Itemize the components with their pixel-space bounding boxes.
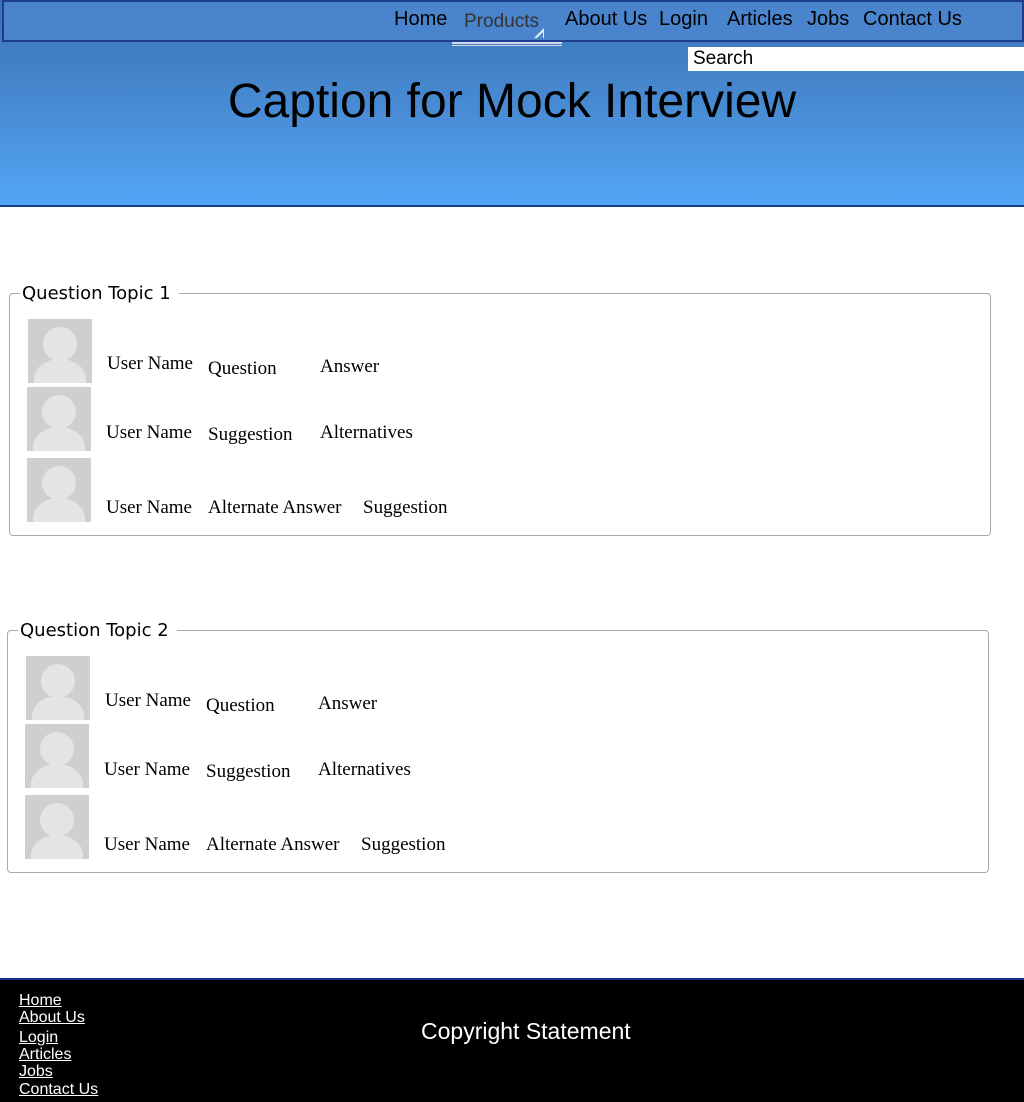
top-navigation: Home Products About Us Login Articles Jo… bbox=[2, 0, 1024, 42]
user-avatar-icon bbox=[27, 387, 91, 451]
products-active-indicator bbox=[452, 42, 562, 46]
footer-articles-link[interactable]: Articles bbox=[19, 1046, 71, 1064]
site-footer: Home About Us Login Articles Jobs Contac… bbox=[0, 978, 1024, 1102]
footer-jobs-link[interactable]: Jobs bbox=[19, 1063, 53, 1081]
user-name: User Name bbox=[105, 690, 191, 711]
nav-contact-us-link[interactable]: Contact Us bbox=[863, 8, 962, 31]
nav-login-link[interactable]: Login bbox=[659, 8, 708, 31]
question-label: Question bbox=[206, 695, 275, 716]
answer-label: Answer bbox=[318, 693, 378, 714]
nav-about-us-link[interactable]: About Us bbox=[565, 8, 647, 31]
alternate-answer-label: Alternate Answer bbox=[208, 497, 342, 518]
nav-products-link[interactable]: Products bbox=[464, 11, 539, 33]
dropdown-triangle-inner bbox=[537, 32, 543, 38]
suggestion-label: Suggestion bbox=[206, 761, 291, 782]
user-name: User Name bbox=[104, 834, 190, 855]
nav-home-link[interactable]: Home bbox=[394, 8, 447, 31]
footer-about-us-link[interactable]: About Us bbox=[19, 1009, 85, 1027]
alternatives-label: Alternatives bbox=[318, 759, 411, 780]
topic-title: Question Topic 1 bbox=[22, 283, 171, 304]
user-avatar-icon bbox=[28, 319, 92, 383]
topic-title: Question Topic 2 bbox=[20, 620, 169, 641]
user-name: User Name bbox=[106, 422, 192, 443]
user-name: User Name bbox=[106, 497, 192, 518]
footer-contact-us-link[interactable]: Contact Us bbox=[19, 1081, 98, 1099]
user-avatar-icon bbox=[26, 656, 90, 720]
question-label: Question bbox=[208, 358, 277, 379]
page-title: Caption for Mock Interview bbox=[227, 75, 797, 128]
suggestion-label: Suggestion bbox=[361, 834, 446, 855]
alternatives-label: Alternatives bbox=[320, 422, 413, 443]
user-name: User Name bbox=[107, 353, 193, 374]
site-header: Home Products About Us Login Articles Jo… bbox=[0, 0, 1024, 207]
nav-jobs-link[interactable]: Jobs bbox=[807, 8, 849, 31]
suggestion-label: Suggestion bbox=[208, 424, 293, 445]
answer-label: Answer bbox=[320, 356, 380, 377]
footer-login-link[interactable]: Login bbox=[19, 1029, 58, 1047]
copyright-statement: Copyright Statement bbox=[421, 1018, 631, 1044]
footer-home-link[interactable]: Home bbox=[19, 992, 62, 1010]
user-avatar-icon bbox=[25, 795, 89, 859]
alternate-answer-label: Alternate Answer bbox=[206, 834, 340, 855]
user-avatar-icon bbox=[25, 724, 89, 788]
suggestion-label: Suggestion bbox=[363, 497, 448, 518]
search-input[interactable] bbox=[688, 47, 1024, 71]
user-avatar-icon bbox=[27, 458, 91, 522]
user-name: User Name bbox=[104, 759, 190, 780]
nav-articles-link[interactable]: Articles bbox=[727, 8, 793, 31]
